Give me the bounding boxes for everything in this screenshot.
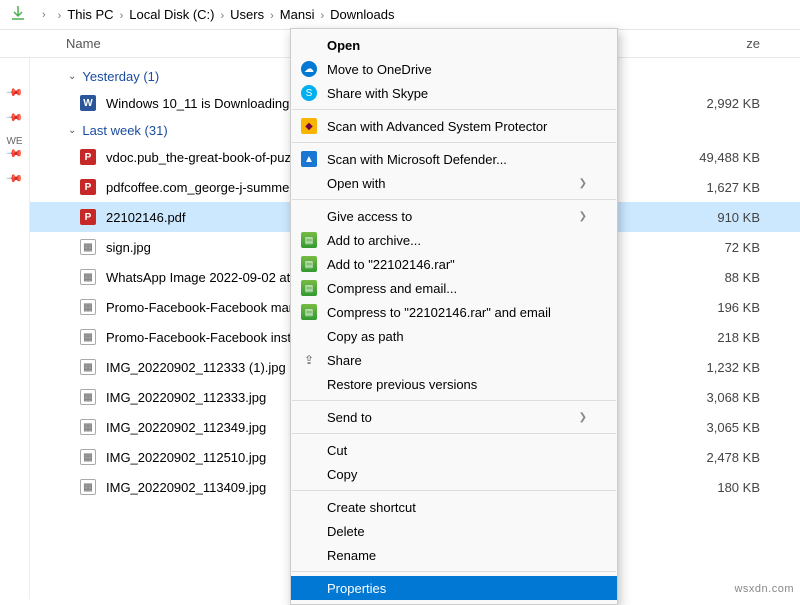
menu-share-skype[interactable]: SShare with Skype	[291, 81, 617, 105]
img-file-icon: ▦	[80, 389, 96, 405]
breadcrumb-item[interactable]: Downloads	[330, 7, 394, 22]
breadcrumb-item[interactable]: Mansi	[280, 7, 315, 22]
breadcrumb-item[interactable]: Local Disk (C:)	[129, 7, 214, 22]
img-file-icon: ▦	[80, 479, 96, 495]
menu-separator	[292, 433, 616, 434]
menu-delete[interactable]: Delete	[291, 519, 617, 543]
defender-icon: ▲	[301, 151, 317, 167]
chevron-down-icon: ⌄	[68, 125, 76, 136]
img-file-icon: ▦	[80, 299, 96, 315]
img-file-icon: ▦	[80, 269, 96, 285]
menu-separator	[292, 400, 616, 401]
file-size: 196 KB	[660, 300, 800, 315]
onedrive-icon: ☁	[301, 61, 317, 77]
archive-icon: ▤	[301, 304, 317, 320]
menu-cut[interactable]: Cut	[291, 438, 617, 462]
menu-give-access[interactable]: Give access to❯	[291, 204, 617, 228]
menu-create-shortcut[interactable]: Create shortcut	[291, 495, 617, 519]
file-size: 3,065 KB	[660, 420, 800, 435]
menu-open[interactable]: Open	[291, 33, 617, 57]
context-menu: Open ☁Move to OneDrive SShare with Skype…	[290, 28, 618, 605]
pin-icon: 📌	[0, 164, 29, 194]
menu-scan-defender[interactable]: ▲Scan with Microsoft Defender...	[291, 147, 617, 171]
menu-separator	[292, 490, 616, 491]
img-file-icon: ▦	[80, 419, 96, 435]
file-size: 1,627 KB	[660, 180, 800, 195]
chevron-right-icon: ❯	[579, 412, 587, 423]
menu-separator	[292, 199, 616, 200]
menu-add-archive[interactable]: ▤Add to archive...	[291, 228, 617, 252]
file-size: 2,478 KB	[660, 450, 800, 465]
menu-copy-path[interactable]: Copy as path	[291, 324, 617, 348]
skype-icon: S	[301, 85, 317, 101]
shield-icon: ◆	[301, 118, 317, 134]
watermark: wsxdn.com	[734, 583, 794, 595]
img-file-icon: ▦	[80, 359, 96, 375]
chevron-right-icon: ›	[270, 10, 274, 22]
menu-compress-rar-email[interactable]: ▤Compress to "22102146.rar" and email	[291, 300, 617, 324]
archive-icon: ▤	[301, 232, 317, 248]
pdf-file-icon: P	[80, 179, 96, 195]
chevron-right-icon: ›	[320, 10, 324, 22]
img-file-icon: ▦	[80, 239, 96, 255]
menu-separator	[292, 571, 616, 572]
breadcrumb-item[interactable]: Users	[230, 7, 264, 22]
group-label: Last week (31)	[82, 123, 167, 138]
chevron-right-icon: ❯	[579, 211, 587, 222]
chevron-right-icon: ›	[58, 10, 62, 22]
chevron-right-icon: ›	[42, 9, 46, 21]
file-size: 3,068 KB	[660, 390, 800, 405]
sidebar: 📌 📌 WE 📌 📌	[0, 58, 30, 599]
doc-file-icon: W	[80, 95, 96, 111]
pdf-file-icon: P	[80, 149, 96, 165]
breadcrumb: › › This PC › Local Disk (C:) › Users › Mansi › Do…	[0, 0, 800, 30]
file-size: 180 KB	[660, 480, 800, 495]
menu-properties[interactable]: Properties	[291, 576, 617, 600]
menu-open-with[interactable]: Open with❯	[291, 171, 617, 195]
col-size[interactable]: ze	[660, 36, 800, 51]
file-size: 49,488 KB	[660, 150, 800, 165]
chevron-right-icon: ❯	[579, 178, 587, 189]
menu-restore-versions[interactable]: Restore previous versions	[291, 372, 617, 396]
file-size: 910 KB	[660, 210, 800, 225]
img-file-icon: ▦	[80, 329, 96, 345]
file-size: 1,232 KB	[660, 360, 800, 375]
menu-send-to[interactable]: Send to❯	[291, 405, 617, 429]
file-size: 2,992 KB	[660, 96, 800, 111]
group-label: Yesterday (1)	[82, 69, 159, 84]
menu-copy[interactable]: Copy	[291, 462, 617, 486]
menu-rename[interactable]: Rename	[291, 543, 617, 567]
menu-separator	[292, 142, 616, 143]
chevron-right-icon: ›	[221, 10, 225, 22]
menu-separator	[292, 109, 616, 110]
file-size: 88 KB	[660, 270, 800, 285]
download-icon	[10, 5, 26, 24]
archive-icon: ▤	[301, 256, 317, 272]
menu-move-onedrive[interactable]: ☁Move to OneDrive	[291, 57, 617, 81]
share-icon: ⇪	[301, 352, 317, 368]
menu-compress-email[interactable]: ▤Compress and email...	[291, 276, 617, 300]
breadcrumb-item[interactable]: This PC	[67, 7, 113, 22]
pdf-file-icon: P	[80, 209, 96, 225]
menu-share[interactable]: ⇪Share	[291, 348, 617, 372]
chevron-down-icon: ⌄	[68, 71, 76, 82]
file-size: 72 KB	[660, 240, 800, 255]
archive-icon: ▤	[301, 280, 317, 296]
chevron-right-icon: ›	[120, 10, 124, 22]
pin-icon: 📌	[0, 78, 29, 108]
pin-icon: 📌	[0, 103, 29, 133]
menu-add-rar[interactable]: ▤Add to "22102146.rar"	[291, 252, 617, 276]
img-file-icon: ▦	[80, 449, 96, 465]
menu-scan-asp[interactable]: ◆Scan with Advanced System Protector	[291, 114, 617, 138]
file-size: 218 KB	[660, 330, 800, 345]
